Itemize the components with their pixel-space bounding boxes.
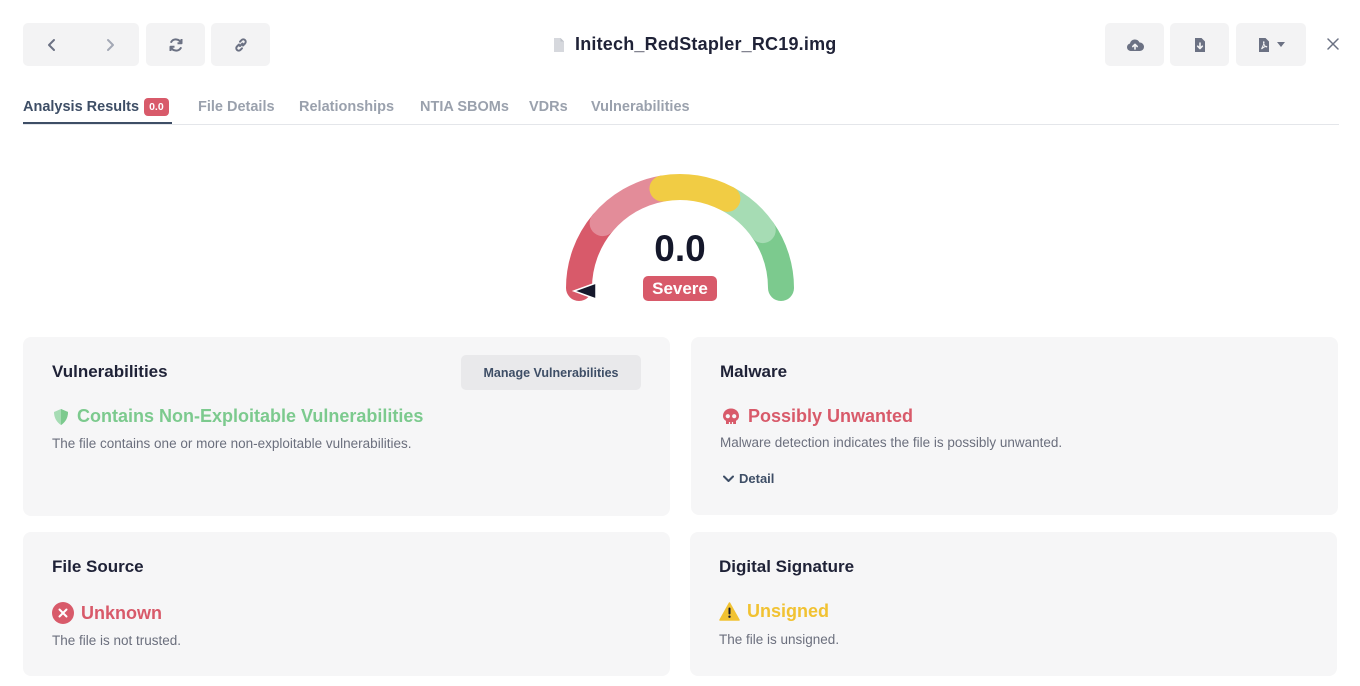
status-text: Unknown bbox=[81, 602, 162, 623]
cloud-upload-button[interactable] bbox=[1105, 23, 1164, 66]
file-download-icon bbox=[1194, 37, 1205, 52]
status-text: Unsigned bbox=[747, 601, 830, 621]
tab-ntia-sboms[interactable]: NTIA SBOMs bbox=[420, 96, 509, 118]
status-description: The file is not trusted. bbox=[52, 633, 182, 648]
tab-label: Relationships bbox=[299, 99, 395, 115]
tab-analysis-results[interactable]: Analysis Results 0.0 bbox=[23, 96, 169, 118]
malware-status: Possibly Unwanted bbox=[721, 406, 913, 427]
toolbar: Initech_RedStapler_RC19.img bbox=[23, 23, 1360, 66]
card-title: File Source bbox=[52, 557, 144, 576]
chevron-left-icon bbox=[48, 38, 55, 51]
file-source-card: File Source Unknown The file is not trus… bbox=[23, 532, 670, 676]
status-text: Contains Non-Exploitable Vulnerabilities bbox=[77, 406, 424, 426]
error-circle-icon bbox=[52, 602, 74, 624]
severity-badge: Severe bbox=[643, 276, 717, 301]
malware-card: Malware Possibly Unwanted Malware detect… bbox=[691, 337, 1338, 515]
file-icon bbox=[554, 37, 564, 52]
download-button[interactable] bbox=[1170, 23, 1229, 66]
tab-label: File Details bbox=[198, 99, 275, 115]
forward-button[interactable] bbox=[81, 23, 139, 66]
status-text: Possibly Unwanted bbox=[748, 406, 914, 426]
tab-label: NTIA SBOMs bbox=[420, 99, 509, 115]
manage-vulnerabilities-button[interactable]: Manage Vulnerabilities bbox=[461, 355, 641, 390]
refresh-button[interactable] bbox=[146, 23, 205, 66]
chevron-down-icon bbox=[723, 475, 734, 482]
detail-toggle[interactable]: Detail bbox=[723, 471, 774, 486]
copy-link-button[interactable] bbox=[211, 23, 270, 66]
link-icon bbox=[234, 37, 247, 52]
detail-label: Detail bbox=[739, 471, 775, 486]
active-tab-indicator bbox=[23, 122, 172, 124]
refresh-icon bbox=[169, 37, 182, 52]
status-description: The file contains one or more non-exploi… bbox=[52, 436, 412, 451]
tab-vulnerabilities[interactable]: Vulnerabilities bbox=[591, 96, 690, 118]
chevron-right-icon bbox=[107, 38, 114, 51]
skull-icon bbox=[723, 408, 739, 424]
status-description: Malware detection indicates the file is … bbox=[720, 435, 1063, 450]
card-title: Malware bbox=[720, 362, 788, 381]
tab-bar: Analysis Results 0.0 File Details Relati… bbox=[23, 93, 1339, 125]
shield-icon bbox=[54, 408, 68, 425]
close-button[interactable] bbox=[1324, 35, 1342, 53]
digital-signature-card: Digital Signature Unsigned The file is u… bbox=[690, 532, 1337, 676]
file-name: Initech_RedStapler_RC19.img bbox=[575, 34, 837, 54]
vulnerability-status: Contains Non-Exploitable Vulnerabilities bbox=[52, 406, 423, 427]
caret-down-icon bbox=[1276, 42, 1285, 47]
status-description: The file is unsigned. bbox=[719, 632, 840, 647]
tab-vdrs[interactable]: VDRs bbox=[529, 96, 568, 118]
history-nav-group bbox=[23, 23, 139, 66]
score-value: 0.0 bbox=[654, 228, 706, 269]
tab-label: Analysis Results bbox=[23, 99, 140, 115]
vulnerabilities-card: Vulnerabilities Manage Vulnerabilities C… bbox=[23, 337, 670, 516]
file-source-status: Unknown bbox=[52, 602, 162, 624]
back-button[interactable] bbox=[23, 23, 81, 66]
cloud-upload-icon bbox=[1126, 38, 1144, 51]
file-title: Initech_RedStapler_RC19.img bbox=[553, 23, 836, 66]
tab-relationships[interactable]: Relationships bbox=[299, 96, 394, 118]
signature-status: Unsigned bbox=[719, 601, 829, 622]
tab-label: Vulnerabilities bbox=[591, 99, 690, 115]
warning-icon bbox=[719, 602, 740, 621]
pdf-report-dropdown[interactable] bbox=[1236, 23, 1306, 66]
pdf-file-icon bbox=[1258, 37, 1269, 52]
card-title: Digital Signature bbox=[719, 557, 855, 576]
tab-label: VDRs bbox=[529, 99, 568, 115]
close-icon bbox=[1327, 38, 1339, 50]
score-badge: 0.0 bbox=[144, 98, 169, 116]
card-title: Vulnerabilities bbox=[52, 362, 168, 381]
gauge-segment-medium bbox=[649, 174, 741, 212]
tab-file-details[interactable]: File Details bbox=[198, 96, 275, 118]
